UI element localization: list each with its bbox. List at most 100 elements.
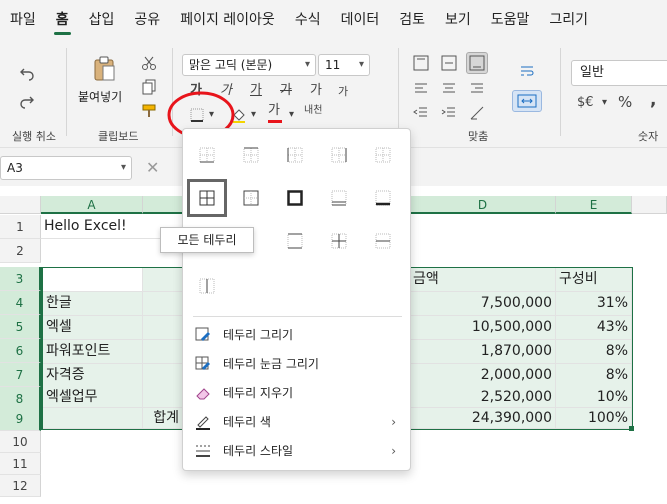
- erase-border-item[interactable]: 테두리 지우기: [183, 379, 412, 407]
- cell-d9[interactable]: 24,390,000: [410, 408, 556, 429]
- redo-button[interactable]: [16, 90, 38, 112]
- row-header[interactable]: 5: [0, 315, 41, 339]
- cell-b8[interactable]: [143, 386, 183, 408]
- cell-e3[interactable]: 구성비: [556, 268, 632, 292]
- draw-border-grid-item[interactable]: 테두리 눈금 그리기: [183, 350, 412, 378]
- decrease-indent-button[interactable]: [410, 102, 432, 124]
- cancel-entry-icon[interactable]: ✕: [146, 160, 159, 176]
- orientation-button[interactable]: [466, 102, 488, 124]
- align-left-button[interactable]: [410, 78, 432, 100]
- cell-a5[interactable]: 엑셀: [43, 316, 143, 340]
- tab-share[interactable]: 공유: [124, 0, 170, 40]
- underline-button[interactable]: 가: [250, 84, 262, 97]
- row-header[interactable]: 6: [0, 339, 41, 363]
- cut-button[interactable]: [138, 52, 160, 74]
- merge-center-button[interactable]: [512, 90, 542, 112]
- clipboard-group-label: 클립보드: [98, 130, 139, 143]
- align-bottom-icon: [469, 55, 485, 71]
- cell-b5[interactable]: [143, 316, 183, 340]
- row-header[interactable]: 1: [0, 215, 41, 239]
- font-size-select[interactable]: 11 ▾: [318, 54, 370, 76]
- phonetic-button[interactable]: 내천: [304, 106, 322, 116]
- column-header-e[interactable]: E: [556, 196, 632, 214]
- font-color-button[interactable]: 가: [268, 104, 280, 117]
- border-style-item[interactable]: 테두리 스타일 ›: [183, 437, 412, 465]
- cell-e7[interactable]: 8%: [556, 364, 632, 388]
- currency-chevron-icon[interactable]: ▾: [602, 98, 607, 108]
- comma-style-button[interactable]: ,: [650, 92, 656, 109]
- cell-b3[interactable]: [143, 268, 183, 292]
- increase-indent-button[interactable]: [438, 102, 460, 124]
- cell-a7[interactable]: 자격증: [43, 364, 143, 388]
- font-name-select[interactable]: 맑은 고딕 (본문) ▾: [182, 54, 316, 76]
- tab-file[interactable]: 파일: [0, 0, 46, 40]
- cell-e8[interactable]: 10%: [556, 386, 632, 408]
- tab-home[interactable]: 홈: [46, 0, 79, 40]
- cell-d7[interactable]: 2,000,000: [410, 364, 556, 388]
- fill-color-chevron-icon[interactable]: ▾: [251, 110, 256, 120]
- number-format-select[interactable]: 일반: [571, 60, 667, 86]
- draw-border-item[interactable]: 테두리 그리기: [183, 321, 412, 349]
- format-painter-button[interactable]: [138, 100, 160, 122]
- name-box[interactable]: A3 ▾: [0, 156, 132, 180]
- cell-e5[interactable]: 43%: [556, 316, 632, 340]
- align-right-button[interactable]: [466, 78, 488, 100]
- paste-button[interactable]: 붙여넣기: [78, 52, 126, 112]
- undo-button[interactable]: [16, 62, 38, 84]
- column-header-d[interactable]: D: [410, 196, 556, 214]
- cell-a8[interactable]: 엑셀업무: [43, 386, 143, 408]
- cell-e9[interactable]: 100%: [556, 408, 632, 429]
- tab-draw[interactable]: 그리기: [539, 0, 598, 40]
- tab-help[interactable]: 도움말: [481, 0, 540, 40]
- align-top-button[interactable]: [410, 52, 432, 74]
- row-header[interactable]: 2: [0, 239, 41, 263]
- cell-b4[interactable]: [143, 292, 183, 316]
- cell-b7[interactable]: [143, 364, 183, 388]
- tab-review[interactable]: 검토: [389, 0, 435, 40]
- font-shrink-button[interactable]: 가: [338, 86, 348, 97]
- tab-view[interactable]: 보기: [435, 0, 481, 40]
- cell-b9[interactable]: 합계: [143, 408, 183, 429]
- wrap-text-button[interactable]: [516, 60, 538, 82]
- row-header[interactable]: 11: [0, 453, 41, 475]
- tab-formulas[interactable]: 수식: [285, 0, 331, 40]
- scissors-icon: [142, 56, 156, 70]
- border-color-item[interactable]: 테두리 색 ›: [183, 408, 412, 436]
- cell-a3[interactable]: [43, 268, 143, 292]
- cell-d5[interactable]: 10,500,000: [410, 316, 556, 340]
- tab-page-layout[interactable]: 페이지 레이아웃: [170, 0, 285, 40]
- cell-d3[interactable]: 금액: [410, 268, 556, 292]
- cell-e4[interactable]: 31%: [556, 292, 632, 316]
- cell-a6[interactable]: 파워포인트: [43, 340, 143, 364]
- align-bottom-button[interactable]: [466, 52, 488, 74]
- row-header[interactable]: 7: [0, 363, 41, 387]
- select-all-corner[interactable]: [0, 196, 41, 214]
- percent-button[interactable]: %: [618, 95, 632, 110]
- cell-a4[interactable]: 한글: [43, 292, 143, 316]
- cell-d4[interactable]: 7,500,000: [410, 292, 556, 316]
- tab-data[interactable]: 데이터: [331, 0, 390, 40]
- cell-b6[interactable]: [143, 340, 183, 364]
- all-borders-preset[interactable]: [187, 179, 227, 217]
- currency-button[interactable]: $€: [577, 96, 594, 109]
- cell-d8[interactable]: 2,520,000: [410, 386, 556, 408]
- row-header[interactable]: 10: [0, 431, 41, 453]
- align-middle-button[interactable]: [438, 52, 460, 74]
- row-header[interactable]: 3: [0, 267, 41, 291]
- cell-e6[interactable]: 8%: [556, 340, 632, 364]
- row-header[interactable]: 12: [0, 475, 41, 497]
- column-header-a[interactable]: A: [41, 196, 143, 214]
- font-grow-button[interactable]: 가: [310, 84, 322, 97]
- font-color-chevron-icon[interactable]: ▾: [289, 110, 294, 120]
- fill-handle[interactable]: [629, 426, 634, 431]
- bottom-border-icon: [199, 147, 215, 163]
- row-header[interactable]: 4: [0, 291, 41, 315]
- tab-insert[interactable]: 삽입: [79, 0, 125, 40]
- strikethrough-button[interactable]: 가: [280, 84, 292, 97]
- copy-button[interactable]: [138, 76, 160, 98]
- column-header-f[interactable]: [632, 196, 667, 214]
- row-header[interactable]: 9: [0, 407, 41, 431]
- cell-a9[interactable]: [43, 408, 143, 429]
- cell-d6[interactable]: 1,870,000: [410, 340, 556, 364]
- align-center-button[interactable]: [438, 78, 460, 100]
